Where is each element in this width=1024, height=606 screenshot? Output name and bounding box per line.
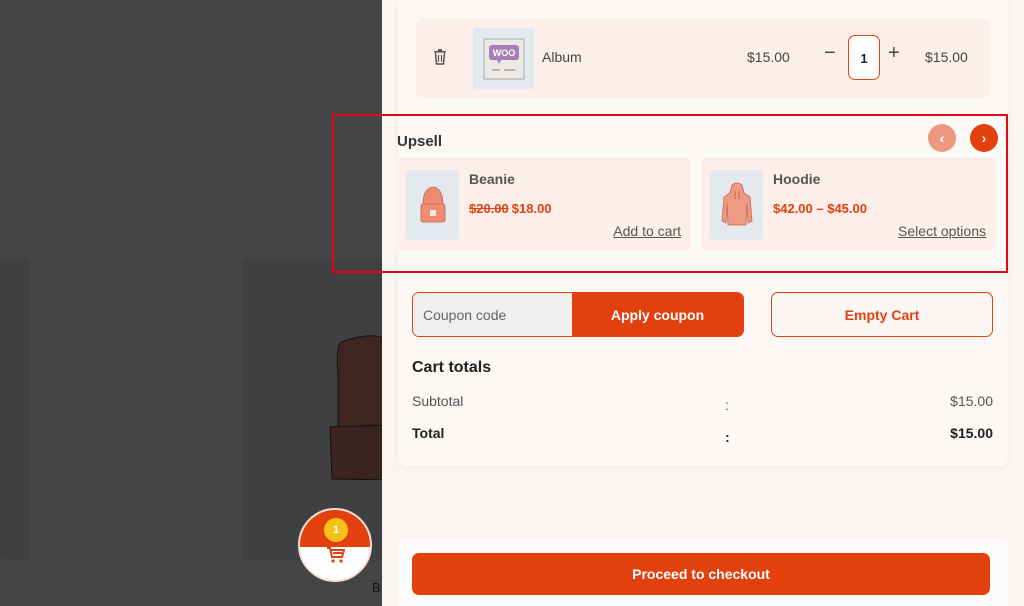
cart-count-badge: 1	[324, 518, 348, 542]
quantity-increase-button[interactable]: +	[888, 43, 900, 63]
total-separator: :	[725, 429, 730, 445]
empty-cart-button[interactable]: Empty Cart	[771, 292, 993, 337]
cart-item-subtotal: $15.00	[925, 49, 968, 65]
hoodie-thumbnail[interactable]	[710, 170, 763, 240]
subtotal-value: $15.00	[950, 393, 993, 409]
album-thumbnail[interactable]: WOO	[473, 28, 534, 89]
add-to-cart-link[interactable]: Add to cart	[613, 223, 681, 239]
cart-totals-title: Cart totals	[412, 359, 492, 376]
woo-album-image: WOO	[483, 38, 524, 79]
upsell-product-card: Beanie $20.00 $18.00 Add to cart	[397, 157, 691, 250]
total-label: Total	[412, 425, 445, 441]
upsell-product-name[interactable]: Beanie	[469, 171, 515, 187]
cart-icon	[327, 547, 346, 563]
upsell-prev-button[interactable]: ‹	[928, 124, 956, 152]
hoodie-image	[721, 182, 752, 226]
coupon-form: Apply coupon	[412, 292, 744, 337]
trash-icon[interactable]	[433, 49, 447, 65]
subtotal-separator: :	[725, 397, 729, 413]
beanie-thumbnail[interactable]	[406, 170, 459, 240]
svg-text:WOO: WOO	[492, 48, 515, 58]
select-options-link[interactable]: Select options	[898, 223, 986, 239]
cart-item-row: WOO Album $15.00 − 1 + $15.00	[416, 18, 990, 98]
beanie-image	[420, 186, 445, 223]
apply-coupon-button[interactable]: Apply coupon	[572, 293, 743, 336]
background-product-label: B	[372, 580, 381, 595]
sale-price: $18.00	[511, 201, 552, 216]
upsell-product-price: $20.00 $18.00	[469, 201, 552, 216]
quantity-input[interactable]: 1	[848, 35, 880, 80]
chevron-left-icon: ‹	[939, 130, 945, 146]
floating-cart-button[interactable]: 1	[298, 508, 372, 582]
total-value: $15.00	[950, 425, 993, 441]
coupon-code-input[interactable]	[413, 293, 572, 336]
upsell-product-name[interactable]: Hoodie	[773, 171, 820, 187]
proceed-to-checkout-button[interactable]: Proceed to checkout	[412, 553, 990, 595]
background-beanie-image	[329, 335, 388, 480]
quantity-decrease-button[interactable]: −	[824, 43, 836, 63]
chevron-right-icon: ›	[981, 130, 987, 146]
upsell-product-price-range: $42.00 – $45.00	[773, 201, 867, 216]
upsell-next-button[interactable]: ›	[970, 124, 998, 152]
cart-item-price: $15.00	[747, 49, 790, 65]
subtotal-label: Subtotal	[412, 393, 464, 409]
upsell-title: Upsell	[397, 133, 443, 150]
regular-price: $20.00	[469, 201, 509, 216]
background-product-card	[0, 259, 30, 559]
cart-item-name[interactable]: Album	[542, 49, 582, 65]
upsell-product-card: Hoodie $42.00 – $45.00 Select options	[701, 157, 996, 250]
